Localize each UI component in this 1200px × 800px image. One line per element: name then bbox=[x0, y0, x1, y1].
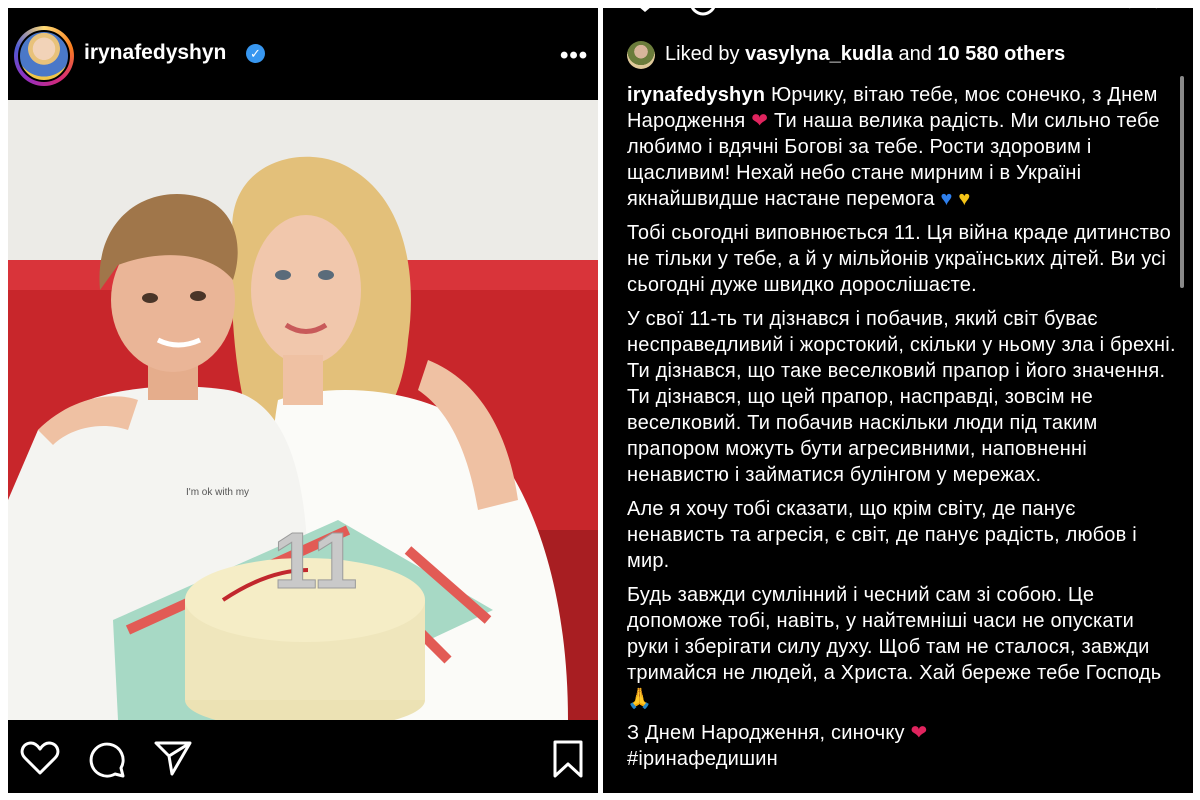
blue-heart-emoji-icon: ♥ bbox=[940, 188, 953, 210]
caption-p5: Будь завжди сумлінний і чесний сам зі со… bbox=[627, 584, 1162, 684]
bookmark-icon[interactable] bbox=[553, 740, 583, 778]
likes-text: Liked by vasylyna_kudla and 10 580 other… bbox=[665, 43, 1065, 66]
comment-icon[interactable] bbox=[88, 740, 126, 778]
verified-badge-icon: ✓ bbox=[246, 44, 265, 63]
likes-prefix: Liked by bbox=[665, 43, 746, 65]
caption-paragraph-5: Будь завжди сумлінний і чесний сам зі со… bbox=[627, 582, 1177, 712]
photo-illustration: I'm ok with my 11 bbox=[8, 100, 598, 720]
cake-candles: 11 bbox=[273, 516, 358, 605]
post-image-panel: irynafedyshyn ✓ ••• I'm ok with my 11 bbox=[8, 8, 598, 793]
cropped-action-icons bbox=[640, 8, 1157, 16]
story-ring[interactable] bbox=[14, 26, 74, 86]
share-icon[interactable] bbox=[154, 740, 192, 776]
pray-emoji-icon: 🙏 bbox=[627, 688, 653, 710]
post-photo[interactable]: I'm ok with my 11 bbox=[8, 100, 598, 720]
caption-paragraph-4: Але я хочу тобі сказати, що крім світу, … bbox=[627, 498, 1137, 572]
caption-username[interactable]: irynafedyshyn bbox=[627, 84, 765, 106]
caption-paragraph-2: Тобі сьогодні виповнюється 11. Ця війна … bbox=[627, 222, 1171, 296]
post-caption-panel: Liked by vasylyna_kudla and 10 580 other… bbox=[603, 8, 1193, 793]
caption-paragraph-3: У свої 11-ть ти дізнався і побачив, який… bbox=[627, 308, 1176, 486]
likes-count[interactable]: 10 580 others bbox=[937, 43, 1065, 65]
liker-avatar[interactable] bbox=[627, 41, 655, 69]
caption-paragraph-6: З Днем Народження, синочку ❤ bbox=[627, 720, 1177, 746]
red-heart-emoji-icon: ❤ bbox=[910, 722, 928, 744]
caption-p6: З Днем Народження, синочку bbox=[627, 722, 911, 744]
yellow-heart-emoji-icon: ♥ bbox=[958, 188, 971, 210]
likes-middle: and bbox=[892, 43, 938, 65]
post-username[interactable]: irynafedyshyn bbox=[84, 41, 226, 65]
caption-paragraph-1: irynafedyshyn Юрчику, вітаю тебе, моє со… bbox=[627, 82, 1177, 212]
post-actions bbox=[8, 720, 598, 793]
shirt-text: I'm ok with my bbox=[186, 487, 249, 498]
hashtag-link[interactable]: #іринафедишин bbox=[627, 746, 1177, 772]
avatar[interactable] bbox=[18, 30, 70, 82]
heart-icon[interactable] bbox=[20, 740, 60, 776]
post-header: irynafedyshyn ✓ ••• bbox=[8, 8, 598, 100]
more-options-icon[interactable]: ••• bbox=[560, 42, 588, 70]
liker-username[interactable]: vasylyna_kudla bbox=[745, 43, 893, 65]
scrollbar[interactable] bbox=[1180, 76, 1184, 288]
red-heart-emoji-icon: ❤ bbox=[751, 110, 769, 132]
caption-text: irynafedyshyn Юрчику, вітаю тебе, моє со… bbox=[627, 82, 1177, 780]
